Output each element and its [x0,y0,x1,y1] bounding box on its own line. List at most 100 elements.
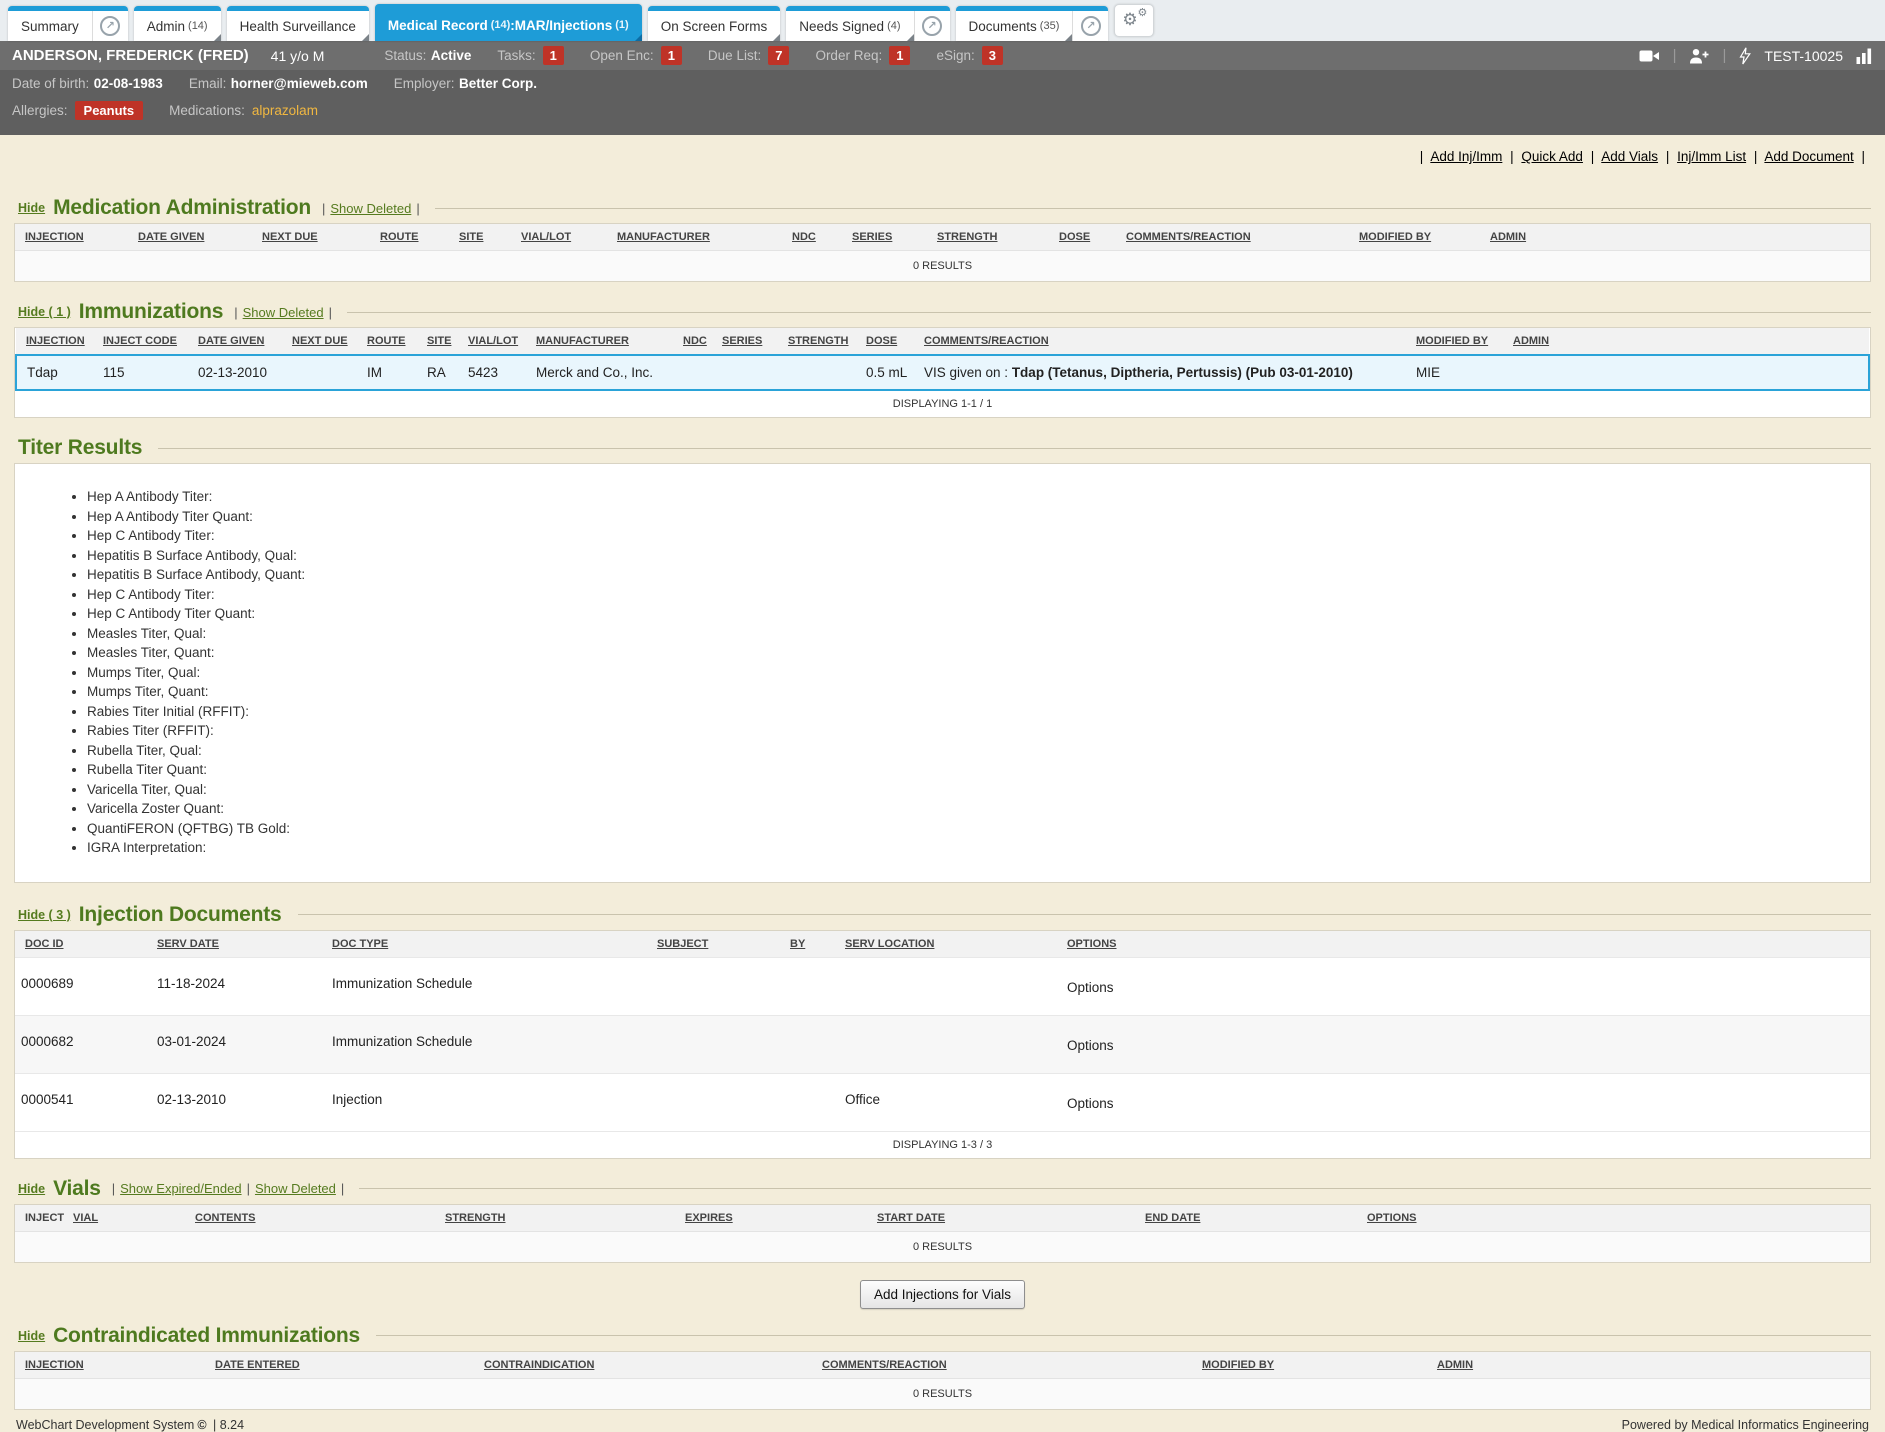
immunizations-column-header[interactable]: DATE GIVEN [192,328,286,355]
contra-column-header[interactable]: ADMIN [1431,1352,1870,1379]
inj-docs-column-header[interactable]: DOC ID [15,931,151,958]
vials-column-header[interactable]: EXPIRES [679,1205,871,1232]
immunization-row-tdap[interactable]: Tdap 115 02-13-2010 IM RA 5423 Merck and… [16,355,1869,390]
med-admin-column-header[interactable]: VIAL/LOT [515,224,611,251]
inj-docs-column-header[interactable]: BY [784,931,839,958]
vials-column-header[interactable]: CONTENTS [189,1205,439,1232]
esign-count-badge[interactable]: 3 [982,46,1003,65]
vials-show-deleted-link[interactable]: Show Deleted [255,1181,336,1196]
immunizations-column-header[interactable]: SERIES [716,328,782,355]
immunizations-column-header[interactable]: VIAL/LOT [462,328,530,355]
immunizations-column-header[interactable]: MANUFACTURER [530,328,677,355]
options-link[interactable]: Options [1067,980,1114,995]
quick-add-link[interactable]: Quick Add [1521,149,1583,164]
tab-documents-popout-button[interactable]: ↗ [1072,11,1108,41]
video-camera-icon[interactable] [1639,49,1660,63]
vials-column-header[interactable]: OPTIONS [1361,1205,1870,1232]
add-injections-for-vials-button[interactable]: Add Injections for Vials [860,1280,1025,1309]
immunizations-column-header[interactable]: ROUTE [361,328,421,355]
immunizations-column-header[interactable]: MODIFIED BY [1410,328,1507,355]
tab-documents[interactable]: Documents(35) ↗ [956,6,1109,41]
footer-right-text: Powered by Medical Informatics Engineeri… [1622,1418,1869,1432]
inj-docs-column-header[interactable]: SERV DATE [151,931,326,958]
immunizations-column-header[interactable]: STRENGTH [782,328,860,355]
settings-gear-button[interactable]: ⚙ ⚙ [1114,4,1154,37]
bar-chart-icon[interactable] [1856,48,1873,64]
immunizations-column-header[interactable]: ADMIN [1507,328,1869,355]
options-link[interactable]: Options [1067,1096,1114,1111]
med-admin-column-header[interactable]: SITE [453,224,515,251]
inj-docs-column-header[interactable]: OPTIONS [1061,931,1870,958]
add-document-link[interactable]: Add Document [1764,149,1853,164]
med-admin-column-header[interactable]: DATE GIVEN [132,224,256,251]
immunizations-column-header[interactable]: COMMENTS/REACTION [918,328,1410,355]
injection-document-row[interactable]: 0000689 11-18-2024 Immunization Schedule… [15,957,1870,1015]
med-admin-column-header[interactable]: MANUFACTURER [611,224,786,251]
injection-document-row[interactable]: 0000541 02-13-2010 Injection Office Opti… [15,1073,1870,1131]
add-person-icon[interactable] [1689,48,1709,64]
contra-column-header[interactable]: DATE ENTERED [209,1352,478,1379]
inj-docs-hide-link[interactable]: Hide ( 3 ) [18,908,71,922]
immunizations-column-header[interactable]: INJECT CODE [97,328,192,355]
vials-show-expired-link[interactable]: Show Expired/Ended [120,1181,241,1196]
injection-document-row[interactable]: 0000682 03-01-2024 Immunization Schedule… [15,1015,1870,1073]
med-admin-column-header[interactable]: SERIES [846,224,931,251]
vials-column-header[interactable]: INJECT [15,1205,67,1232]
med-admin-show-deleted-link[interactable]: Show Deleted [330,201,411,216]
immunizations-column-header[interactable]: INJECTION [16,328,97,355]
vials-column-header[interactable]: END DATE [1139,1205,1361,1232]
immunizations-column-header[interactable]: DOSE [860,328,918,355]
immunizations-show-deleted-link[interactable]: Show Deleted [243,305,324,320]
inj-imm-list-link[interactable]: Inj/Imm List [1677,149,1746,164]
tasks-count-badge[interactable]: 1 [543,46,564,65]
med-admin-column-header[interactable]: COMMENTS/REACTION [1120,224,1353,251]
med-admin-column-header[interactable]: NDC [786,224,846,251]
tab-needs-signed-count: (4) [887,20,900,32]
med-admin-column-header[interactable]: ADMIN [1484,224,1870,251]
med-admin-column-header[interactable]: MODIFIED BY [1353,224,1484,251]
lightning-bolt-icon[interactable] [1739,47,1751,65]
immunizations-column-header[interactable]: SITE [421,328,462,355]
tab-needs-signed-popout-button[interactable]: ↗ [914,11,950,41]
tab-summary-popout-button[interactable]: ↗ [92,11,128,41]
gear-icon-small: ⚙ [1137,7,1147,18]
allergy-badge[interactable]: Peanuts [75,101,144,120]
contra-column-header[interactable]: INJECTION [15,1352,209,1379]
med-admin-column-header[interactable]: ROUTE [374,224,453,251]
immunizations-hide-link[interactable]: Hide ( 1 ) [18,305,71,319]
immunizations-column-header[interactable]: NDC [677,328,716,355]
inj-docs-column-header[interactable]: SERV LOCATION [839,931,1061,958]
inj-docs-column-header[interactable]: SUBJECT [651,931,784,958]
tab-needs-signed[interactable]: Needs Signed(4) ↗ [786,6,949,41]
vials-hide-link[interactable]: Hide [18,1182,45,1196]
due-list-count-badge[interactable]: 7 [768,46,789,65]
cell-by [784,1015,839,1073]
med-admin-hide-link[interactable]: Hide [18,201,45,215]
titer-result-item: Measles Titer, Qual: [87,624,1870,644]
med-admin-column-header[interactable]: INJECTION [15,224,132,251]
tab-health-surveillance[interactable]: Health Surveillance [227,6,369,41]
add-vials-link[interactable]: Add Vials [1601,149,1658,164]
contra-column-header[interactable]: CONTRAINDICATION [478,1352,816,1379]
tab-medical-record-subcount: (1) [615,19,628,31]
tab-admin[interactable]: Admin(14) [134,6,221,41]
add-inj-imm-link[interactable]: Add Inj/Imm [1430,149,1502,164]
contra-column-header[interactable]: MODIFIED BY [1196,1352,1431,1379]
immunizations-column-header[interactable]: NEXT DUE [286,328,361,355]
tab-medical-record[interactable]: Medical Record (14) :MAR/Injections (1) [375,4,642,41]
med-admin-column-header[interactable]: DOSE [1053,224,1120,251]
vials-column-header[interactable]: START DATE [871,1205,1139,1232]
tab-on-screen-forms[interactable]: On Screen Forms [648,6,781,41]
vials-column-header[interactable]: STRENGTH [439,1205,679,1232]
order-req-count-badge[interactable]: 1 [889,46,910,65]
med-admin-column-header[interactable]: NEXT DUE [256,224,374,251]
open-enc-count-badge[interactable]: 1 [661,46,682,65]
med-admin-column-header[interactable]: STRENGTH [931,224,1053,251]
contra-hide-link[interactable]: Hide [18,1329,45,1343]
vials-column-header[interactable]: VIAL [67,1205,189,1232]
tab-summary[interactable]: Summary ↗ [8,6,128,41]
contra-column-header[interactable]: COMMENTS/REACTION [816,1352,1196,1379]
inj-docs-column-header[interactable]: DOC TYPE [326,931,651,958]
immunizations-table: INJECTIONINJECT CODEDATE GIVENNEXT DUERO… [15,328,1870,417]
options-link[interactable]: Options [1067,1038,1114,1053]
